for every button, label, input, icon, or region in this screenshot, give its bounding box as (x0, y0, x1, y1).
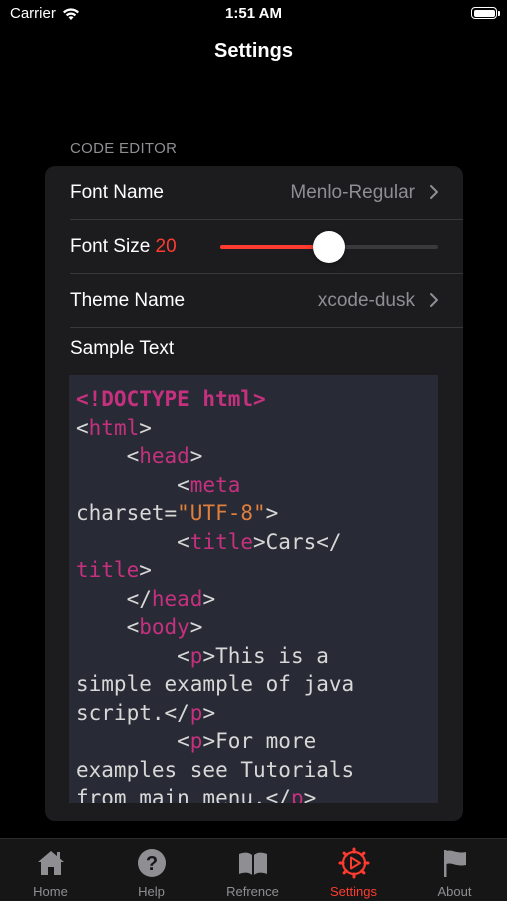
svg-text:?: ? (146, 853, 158, 875)
code-line: <head> (76, 442, 438, 471)
page-title: Settings (214, 40, 293, 62)
book-icon (239, 852, 267, 875)
code-token: < (76, 529, 190, 554)
code-line: examples see Tutorials (76, 756, 438, 785)
code-line: simple example of java (76, 670, 438, 699)
code-line: <p>For more (76, 727, 438, 756)
code-token: <!DOCTYPE html> (76, 387, 266, 411)
tab-help[interactable]: ? Help (101, 839, 202, 901)
code-token: simple example of java (76, 672, 355, 696)
font-size-slider[interactable] (220, 231, 438, 263)
code-token: < (76, 472, 190, 497)
status-time: 1:51 AM (225, 5, 282, 22)
sample-text-label: Sample Text (70, 338, 175, 359)
tab-refrence[interactable]: Refrence (202, 839, 303, 901)
tab-home[interactable]: Home (0, 839, 101, 901)
code-token: p (189, 700, 203, 725)
code-token: < (76, 729, 190, 753)
code-token: p (290, 786, 304, 803)
code-line: <body> (76, 613, 438, 642)
battery-icon (471, 7, 500, 19)
tab-refrence-label: Refrence (226, 884, 279, 899)
code-line: </head> (76, 585, 438, 614)
tab-settings[interactable]: Settings (303, 839, 404, 901)
code-line: <meta (76, 471, 438, 500)
home-icon (38, 851, 64, 875)
font-size-row: Font Size 20 (45, 220, 463, 274)
code-token: > (303, 786, 317, 803)
font-size-label: Font Size (70, 236, 151, 257)
code-token: < (76, 415, 89, 440)
font-size-label-group: Font Size 20 (70, 236, 177, 258)
tab-about-label: About (437, 884, 472, 899)
code-line: <!DOCTYPE html> (76, 385, 438, 414)
slider-thumb[interactable] (313, 231, 345, 263)
font-size-value: 20 (155, 236, 177, 257)
code-token: > (139, 415, 152, 440)
code-line: <title>Cars</ (76, 528, 438, 557)
theme-name-row[interactable]: Theme Name xcode-dusk (45, 274, 463, 328)
code-token: </ (76, 586, 152, 611)
code-line: <html> (76, 414, 438, 443)
code-token: >Cars</ (253, 529, 342, 554)
code-token: > (139, 558, 152, 582)
tab-help-label: Help (138, 884, 165, 899)
code-token: < (76, 615, 140, 639)
code-sample-view[interactable]: <!DOCTYPE html> <html> <head> <meta charse… (69, 375, 438, 803)
code-token: body (139, 615, 190, 639)
font-name-value: Menlo-Regular (290, 182, 415, 203)
status-bar: Carrier 1:51 AM (0, 0, 507, 28)
tab-bar: Home ? Help Refrence Settings About (0, 838, 507, 901)
code-token: script.</ (76, 700, 190, 725)
code-token: "UTF-8" (177, 501, 266, 525)
code-token: > (202, 700, 216, 725)
code-token: > (202, 586, 216, 611)
theme-name-value: xcode-dusk (317, 290, 415, 311)
code-token: html (88, 415, 140, 440)
code-line: charset="UTF-8"> (76, 499, 438, 528)
chevron-right-icon (430, 293, 438, 307)
chevron-right-icon (430, 185, 438, 199)
code-line: from main menu.</p> (76, 784, 438, 803)
code-token: > (189, 615, 203, 639)
code-token: < (76, 643, 190, 668)
code-token: meta (189, 472, 241, 497)
code-token: >This is a (202, 643, 329, 668)
code-token: head (151, 586, 203, 611)
code-token: p (189, 643, 203, 668)
section-header-code-editor: CODE EDITOR (70, 140, 178, 157)
code-token: p (189, 729, 203, 753)
flag-icon (444, 850, 466, 877)
code-token: < (76, 444, 140, 468)
code-line: title> (76, 556, 438, 585)
sample-text-row: Sample Text (45, 328, 463, 368)
code-line: script.</p> (76, 699, 438, 728)
tab-home-label: Home (33, 884, 68, 899)
tab-about[interactable]: About (404, 839, 505, 901)
code-token: charset= (76, 501, 178, 525)
code-editor-settings-group: Font Name Menlo-Regular Font Size 20 The… (45, 166, 463, 821)
code-token: title (76, 558, 140, 582)
tab-settings-label: Settings (330, 884, 377, 899)
help-icon: ? (138, 849, 166, 877)
font-name-label: Font Name (70, 182, 164, 203)
code-line: <p>This is a (76, 642, 438, 671)
code-token: from main menu.</ (76, 786, 291, 803)
font-name-row[interactable]: Font Name Menlo-Regular (45, 166, 463, 220)
code-token: title (189, 529, 254, 554)
code-token: examples see Tutorials (76, 757, 355, 782)
theme-name-label: Theme Name (70, 290, 186, 311)
code-token: > (265, 501, 279, 525)
gear-icon (338, 847, 370, 879)
code-token: head (139, 444, 190, 468)
code-token: > (189, 444, 203, 468)
code-token: >For more (202, 729, 317, 753)
